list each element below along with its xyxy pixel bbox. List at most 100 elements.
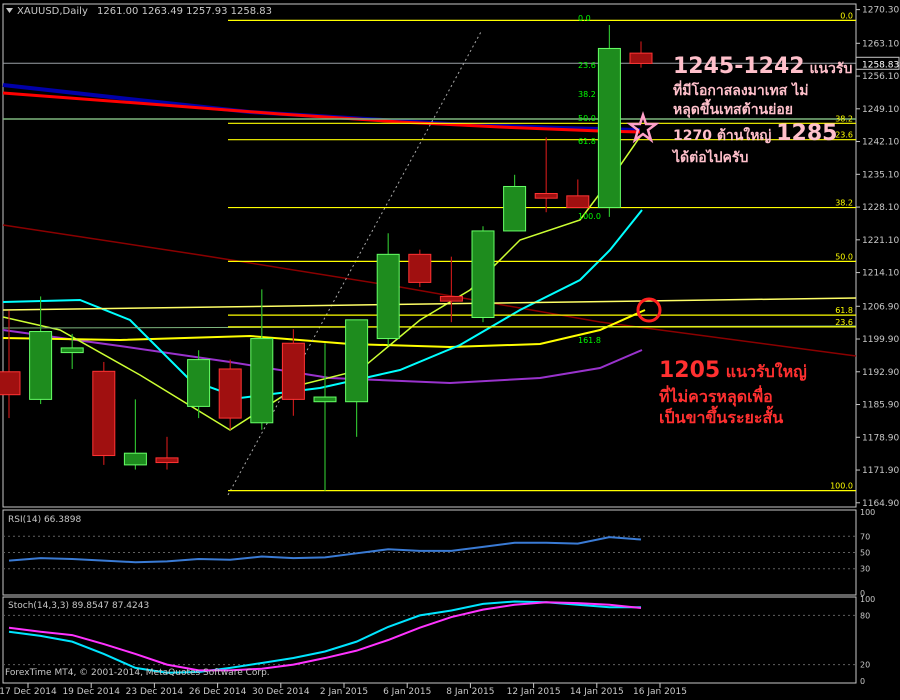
time-tick-label: 14 Jan 2015 [570,687,624,697]
annotation-top-range: 1245-1242 [673,54,805,79]
symbol-header: XAUUSD,Daily 1261.00 1263.49 1257.93 125… [17,6,272,17]
candle-body [503,185,527,232]
price-tick-label: 1242.10 [862,138,899,148]
time-tick-label: 19 Dec 2014 [62,687,120,697]
fib-level-label: 38.2 [835,199,853,208]
support-circle-marker [636,297,662,323]
candle-body [155,457,179,464]
trendline-yellow [2,297,857,311]
fib-level-label: 50.0 [835,252,853,261]
rsi-tick-label: 50 [860,549,870,558]
fib-small-label: 0.0 [578,14,591,23]
annotation-top-line-1: 1245-1242 แนวรับ [673,52,852,82]
stoch-series-line [8,600,641,674]
time-axis: 17 Dec 2014 19 Dec 2014 23 Dec 2014 26 Dec … [0,683,687,697]
candle-body [597,47,621,209]
time-tick-label: 30 Dec 2014 [252,687,310,697]
annotation-top-resistance-label: 1270 ต้านใหญ่ [673,128,777,145]
fib-small-label: 100.0 [578,212,601,221]
time-tick-label: 12 Jan 2015 [507,687,561,697]
fib-small-label: 61.8 [578,137,596,146]
rsi-tick-label: 30 [860,565,870,574]
candle-body [345,319,369,403]
rsi-tick-label: 100 [860,508,875,517]
fib-small-label: 50.0 [578,114,596,123]
price-tick-label: 1192.90 [862,368,899,378]
candle-body [471,230,495,318]
time-tick-label: 17 Dec 2014 [0,687,57,697]
fib-small-label: 161.8 [578,336,601,345]
fib-diagonal-line [227,29,483,496]
stoch-tick-label: 80 [860,611,870,620]
annotation-top-line-3: หลุดขึ้นเทสต้านย่อย [673,101,793,118]
candle-body [281,342,305,400]
fib-level-label: 61.8 [835,306,853,315]
time-tick-label: 16 Jan 2015 [633,687,687,697]
candle-body [187,359,211,407]
rsi-tick-label: 70 [860,532,870,541]
time-tick-label: 26 Dec 2014 [189,687,247,697]
annotation-top-label: แนวรับ [804,61,853,77]
price-axis: 1270.30 1263.10 1256.10 1249.10 1242.10 1235.… [855,6,900,509]
time-tick-label: 23 Dec 2014 [126,687,184,697]
candle-body [534,193,558,199]
ohlc-values: 1261.00 1263.49 1257.93 1258.83 [97,6,272,17]
price-tick-label: 1178.90 [862,433,899,443]
time-tick-label: 2 Jan 2015 [320,687,368,697]
candle-body [0,371,21,396]
rsi-title: RSI(14) 66.3898 [8,515,81,525]
price-tick-label: 1199.90 [862,335,899,345]
fib-small-label: 23.6 [578,61,596,70]
annotation-bottom-value: 1205 [659,358,721,383]
annotation-bottom-line-3: เป็นขาขึ้นระยะสั้น [659,408,784,428]
candle-body [250,338,274,424]
stoch-series-line [8,601,642,672]
time-tick-label: 8 Jan 2015 [446,687,494,697]
time-tick-label: 6 Jan 2015 [383,687,431,697]
annotation-support-top: 1245-1242 แนวรับ ที่มีโอกาสลงมาเทส ไม่ ห… [673,52,852,168]
annotation-top-line-2: ที่มีโอกาสลงมาเทส ไม่ [673,82,809,99]
candle-body [218,368,242,419]
stoch-tick-label: 20 [860,661,870,670]
fib-level-label: 0.0 [840,11,853,20]
price-tick-label: 1171.90 [862,466,899,476]
candle-body [376,253,400,340]
price-tick-label: 1221.10 [862,236,899,246]
annotation-support-bottom: 1205 แนวรับใหญ่ ที่ไม่ควรหลุดเพื่อ เป็นข… [659,356,807,429]
rsi-chart: 1007050300 [3,508,875,598]
current-price-label: 1258.83 [862,60,899,70]
annotation-top-resistance-value: 1285 [776,121,838,147]
price-tick-label: 1256.10 [862,72,899,82]
price-tick-label: 1270.30 [862,6,899,16]
annotation-bottom-line-1: 1205 แนวรับใหญ่ [659,356,807,386]
stoch-tick-label: 0 [860,677,865,686]
candle-body [629,52,653,64]
price-tick-label: 1249.10 [862,105,899,115]
trendline-down [2,224,857,357]
candle-body [408,253,432,283]
footer-copyright: ForexTime MT4, © 2001-2014, MetaQuotes S… [5,668,270,678]
annotation-top-line-4: 1270 ต้านใหญ่ 1285 [673,119,852,149]
header-triangle-icon [6,8,13,13]
fib-level-label: 23.6 [835,318,853,327]
annotation-bottom-label: แนวรับใหญ่ [720,362,807,381]
candle-body [29,331,53,400]
price-tick-label: 1206.90 [862,302,899,312]
price-tick-label: 1263.10 [862,39,899,49]
rsi-series-line [8,536,642,564]
candle-body [60,347,84,354]
price-tick-label: 1235.10 [862,170,899,180]
fib-level-label: 100.0 [830,482,853,491]
candle-body [313,396,337,403]
stoch-title: Stoch(14,3,3) 89.8547 87.4243 [8,601,149,611]
stoch-tick-label: 100 [860,595,875,604]
annotation-bottom-line-2: ที่ไม่ควรหลุดเพื่อ [659,386,773,406]
candle-body [92,370,116,457]
candle-body [123,452,147,466]
price-tick-label: 1185.90 [862,401,899,411]
annotation-top-line-5: ได้ต่อไปครับ [673,150,749,167]
ma-cyan-line [2,209,643,400]
candle-body [439,295,463,302]
price-tick-label: 1164.90 [862,499,899,509]
price-tick-label: 1214.10 [862,269,899,279]
